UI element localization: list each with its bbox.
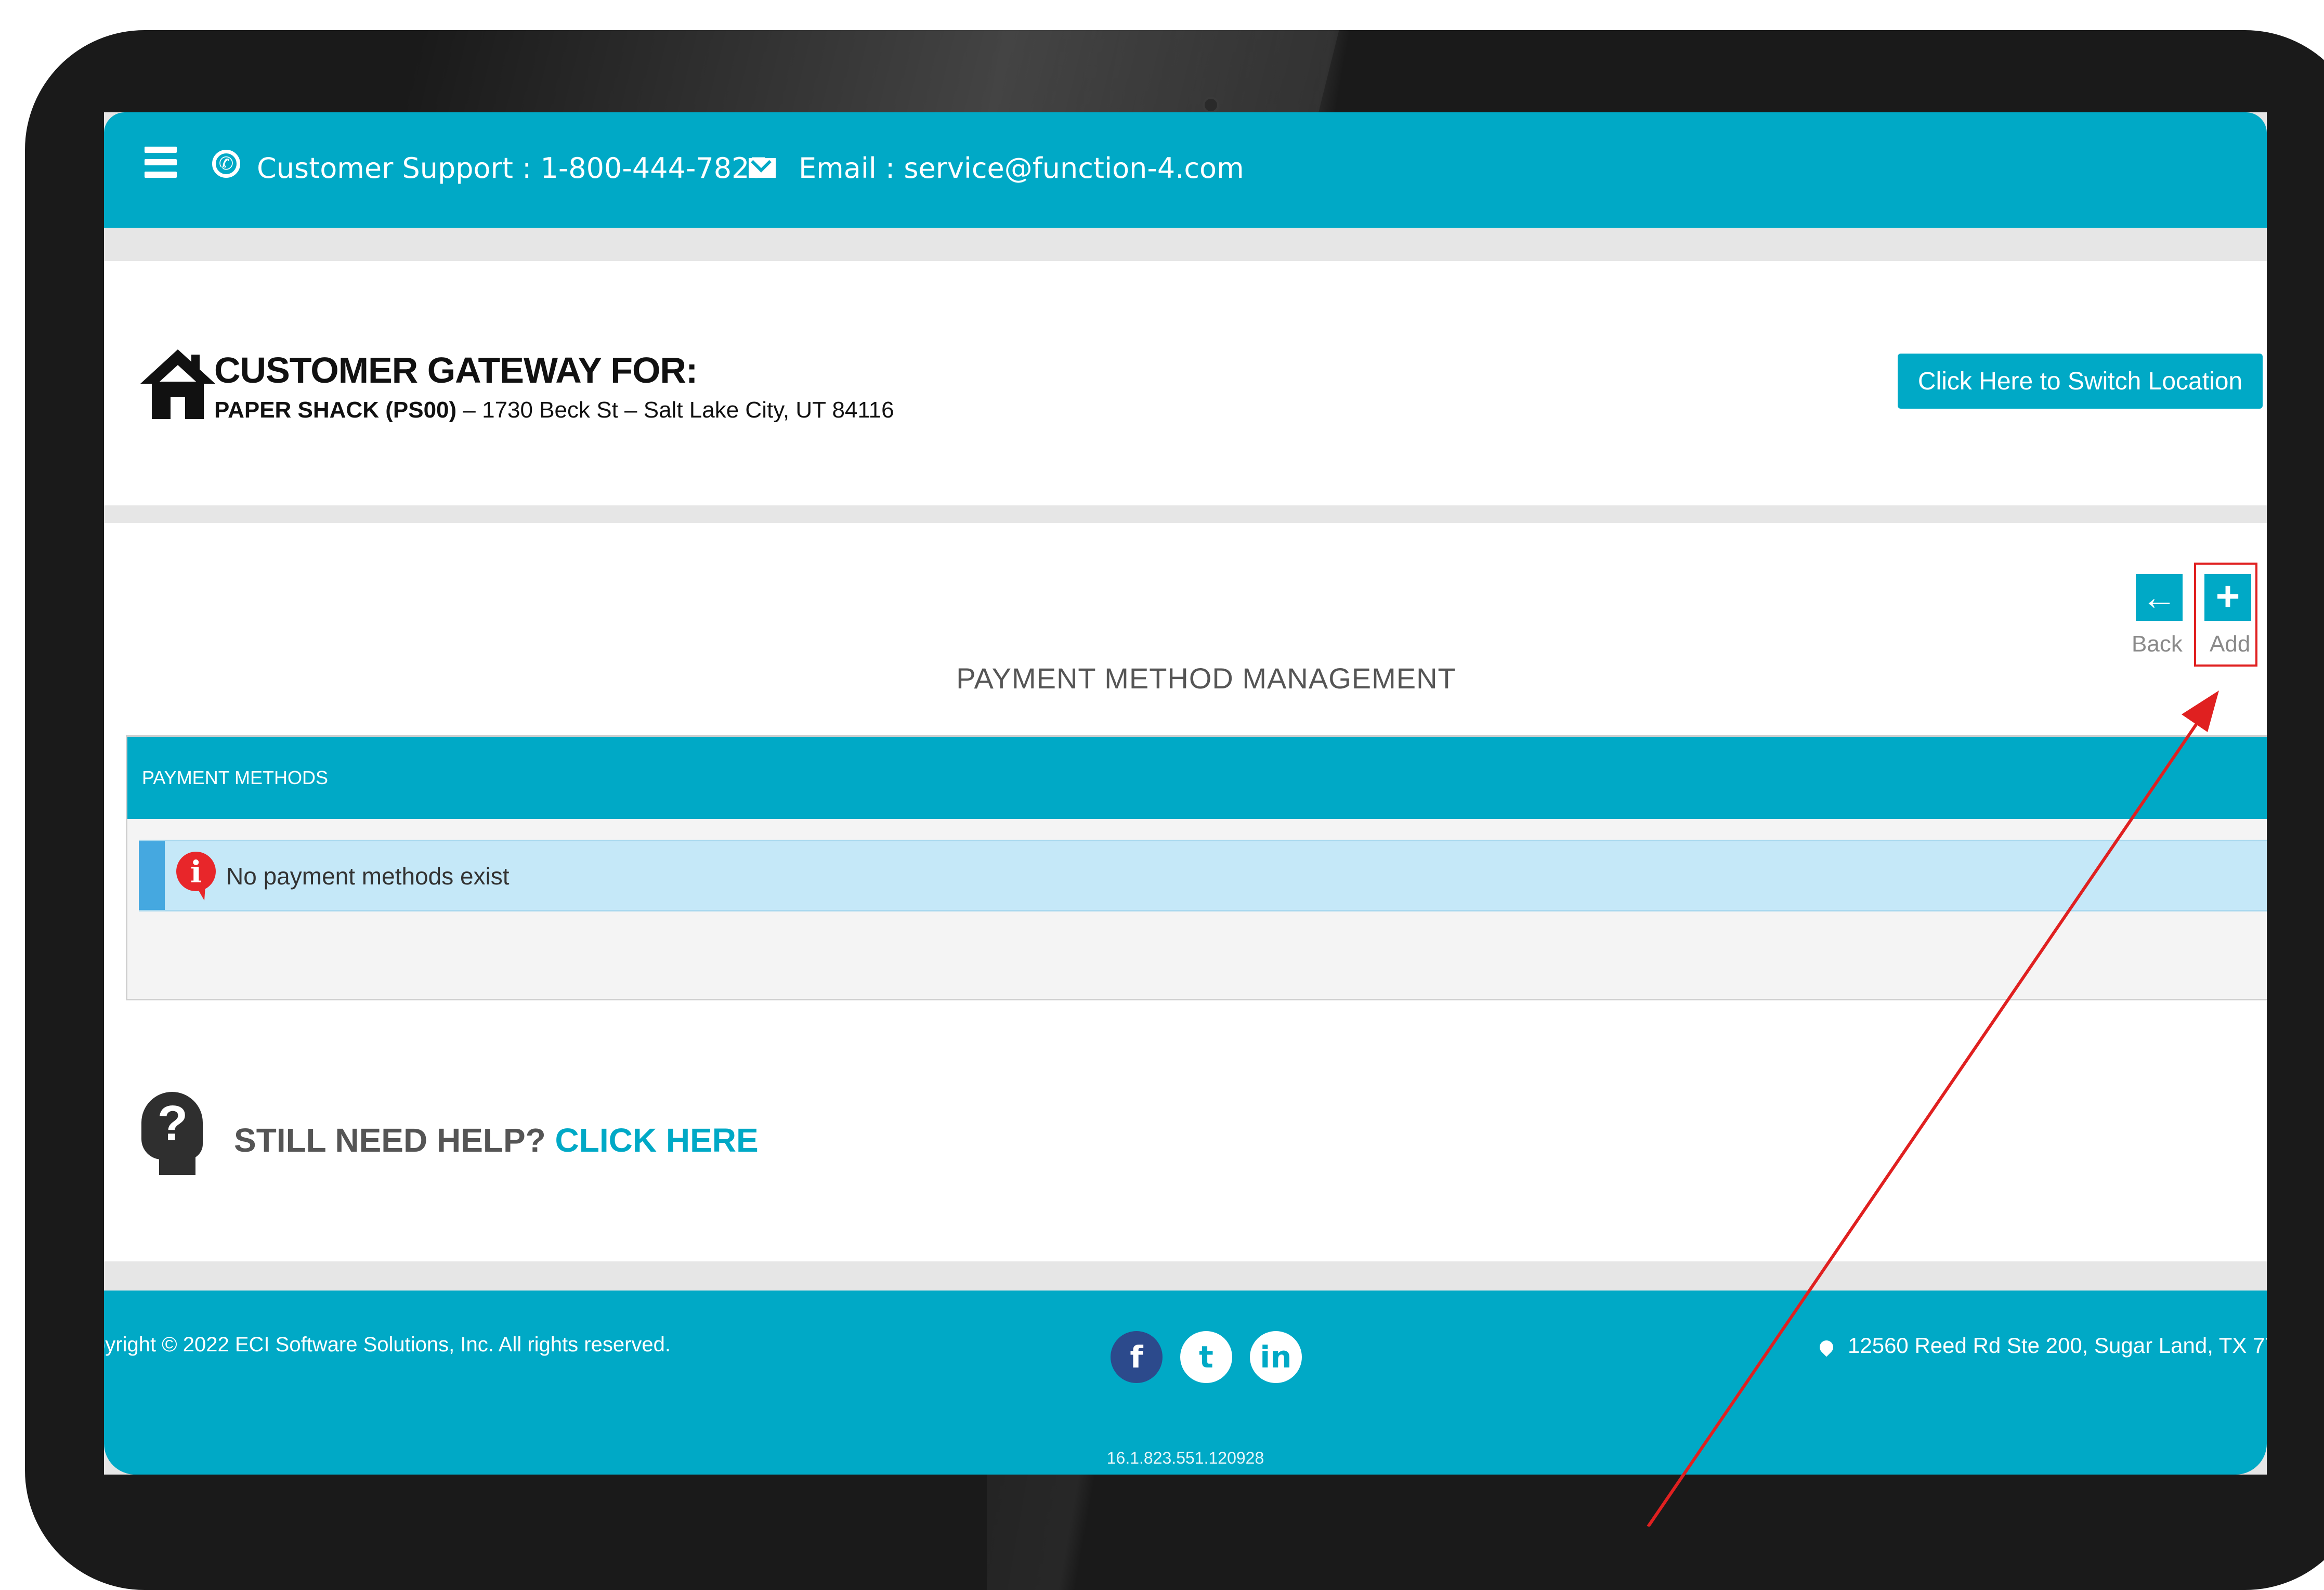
facebook-icon[interactable]: f	[1111, 1331, 1163, 1383]
gateway-header: CUSTOMER GATEWAY FOR: PAPER SHACK (PS00)…	[104, 261, 2267, 505]
arrow-left-icon: ←	[2142, 578, 2177, 617]
footer-address: 12560 Reed Rd Ste 200, Sugar Land, TX 77…	[1817, 1333, 2267, 1358]
info-icon: i	[176, 852, 216, 901]
hamburger-menu-icon[interactable]	[145, 147, 177, 178]
email-link[interactable]: Email : service@function-4.com	[799, 152, 1244, 185]
help-prompt: STILL NEED HELP? CLICK HERE	[234, 1121, 759, 1159]
page-title: PAYMENT METHOD MANAGEMENT	[956, 662, 1456, 695]
gateway-location: PAPER SHACK (PS00) – 1730 Beck St – Salt…	[214, 397, 894, 423]
help-head-icon: ?	[141, 1092, 204, 1175]
linkedin-icon[interactable]: in	[1250, 1331, 1302, 1383]
alert-accent-bar	[139, 841, 165, 910]
mail-icon	[749, 158, 776, 178]
phone-icon: ✆	[212, 150, 240, 178]
twitter-icon[interactable]: t	[1180, 1331, 1232, 1383]
payment-methods-header: PAYMENT METHODS	[127, 737, 2267, 819]
home-icon[interactable]	[140, 349, 218, 422]
gateway-title: CUSTOMER GATEWAY FOR:	[214, 350, 698, 390]
switch-location-button[interactable]: Click Here to Switch Location	[1898, 354, 2263, 409]
account-name: PAPER SHACK (PS00)	[214, 397, 457, 423]
screen: ✆ Customer Support : 1-800-444-7827 Emai…	[104, 112, 2267, 1475]
version-text: 16.1.823.551.120928	[1106, 1449, 1264, 1467]
copyright-text: pyright © 2022 ECI Software Solutions, I…	[104, 1333, 671, 1356]
location-address: – 1730 Beck St – Salt Lake City, UT 8411…	[456, 397, 894, 423]
address-text: 12560 Reed Rd Ste 200, Sugar Land, TX 77…	[1848, 1333, 2267, 1358]
customer-support-text: Customer Support : 1-800-444-7827	[257, 152, 767, 185]
social-links: f t in	[1111, 1331, 1302, 1383]
camera-icon	[1203, 97, 1219, 113]
back-label[interactable]: Back	[2132, 631, 2183, 657]
map-pin-icon	[1817, 1337, 1836, 1357]
add-annotation-box	[2194, 563, 2257, 667]
payment-methods-panel: PAYMENT METHODS i No payment methods exi…	[126, 735, 2267, 1000]
help-click-here-link[interactable]: CLICK HERE	[555, 1122, 759, 1159]
top-bar: ✆ Customer Support : 1-800-444-7827 Emai…	[104, 112, 2267, 228]
empty-message: No payment methods exist	[226, 863, 510, 890]
back-button[interactable]: ←	[2136, 574, 2183, 621]
footer: pyright © 2022 ECI Software Solutions, I…	[104, 1291, 2267, 1475]
main-content: ← Back + Add PAYMENT METHOD MANAGEMENT P…	[104, 523, 2267, 1261]
help-prefix: STILL NEED HELP?	[234, 1122, 555, 1159]
empty-alert: i No payment methods exist	[139, 840, 2267, 911]
